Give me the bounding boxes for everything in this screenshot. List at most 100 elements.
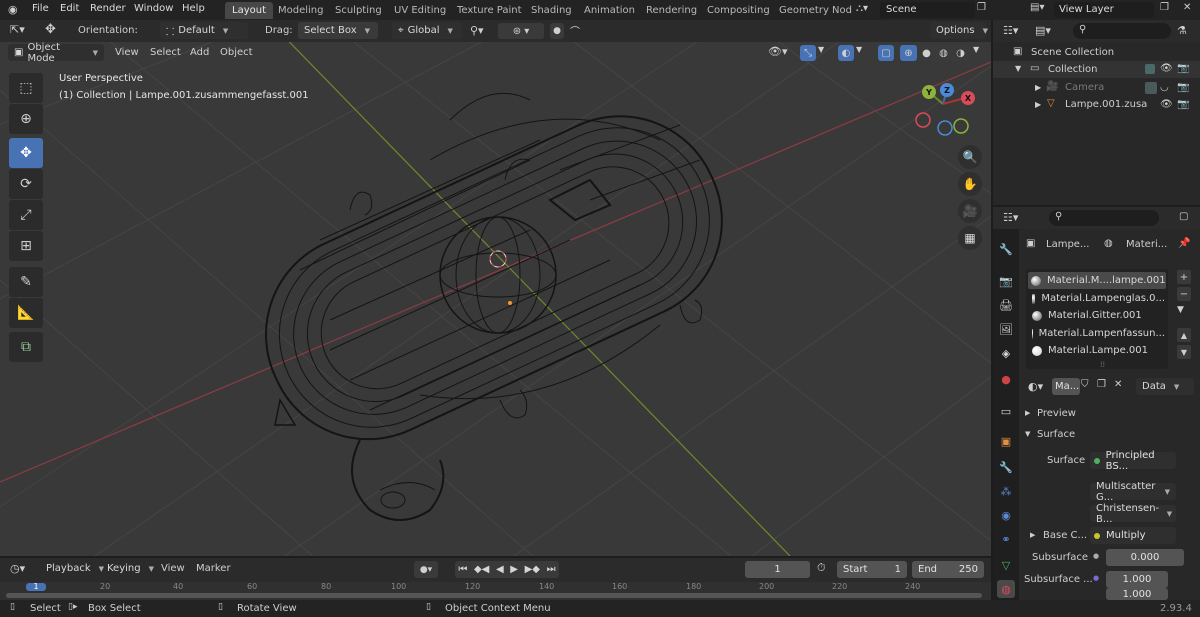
outliner-item-collection[interactable]: Collection [1048,64,1097,75]
material-slot-row[interactable]: Material.Gitter.001 [1029,307,1165,324]
timeline-scrollbar[interactable] [6,593,982,598]
expanded-arrow-icon[interactable]: ▼ [1025,430,1030,438]
menu-object[interactable]: Object [220,47,253,58]
measure-tool-button[interactable]: 📐 [9,298,43,328]
falloff-icon[interactable]: ⌒ [570,23,580,38]
view-layer-tab-icon[interactable]: 🖼 [997,320,1015,338]
expand-arrow-icon[interactable]: ▼ [1015,64,1021,73]
pan-view-button[interactable]: ✋ [958,172,982,196]
data-tab-icon[interactable]: ▽ [997,556,1015,574]
expand-arrow-icon[interactable]: ▶ [1035,100,1041,109]
start-frame-field[interactable]: Start 1 [837,561,907,578]
unlink-icon[interactable]: ✕ [1114,379,1122,390]
record-keyframe-icon[interactable]: ●▾ [414,561,438,578]
add-slot-icon[interactable]: + [1177,270,1191,284]
subsurface-radius-x[interactable]: 1.000 [1106,571,1168,588]
transform-orientation-icon[interactable]: ✥ [45,22,56,37]
menu-file[interactable]: File [32,3,49,14]
collapsed-arrow-icon[interactable]: ▶ [1025,409,1030,417]
expand-arrow-icon[interactable]: ▶ [1035,83,1041,92]
menu-edit[interactable]: Edit [60,3,79,14]
jump-end-icon[interactable]: ⏭ [547,564,556,575]
scale-tool-button[interactable]: ⤢ [9,200,43,230]
transform-orientation-dropdown[interactable]: ⌖ Global ▼ [392,22,462,39]
outliner-editor-icon[interactable]: ☷▾ [1003,24,1018,37]
preview-section[interactable]: Preview [1037,408,1076,419]
object-tab-icon[interactable]: ▣ [997,432,1015,450]
prev-keyframe-icon[interactable]: ◆◀ [474,564,489,575]
stopwatch-icon[interactable]: ⏱ [817,561,826,575]
tab-animation[interactable]: Animation [577,2,642,19]
navigation-gizmo[interactable]: Y Z X [905,80,980,140]
remove-slot-icon[interactable]: − [1177,287,1191,301]
multiscatter-dropdown[interactable]: Multiscatter G... ▼ [1090,481,1176,503]
end-frame-field[interactable]: End 250 [912,561,984,578]
display-mode-icon[interactable]: ▤▾ [1035,24,1051,37]
scene-new-icon[interactable]: ❐ [977,2,986,13]
tab-geometry-nodes[interactable]: Geometry Nod [772,2,859,19]
link-dropdown[interactable]: Data ▼ [1136,378,1194,395]
move-up-icon[interactable]: ▲ [1177,328,1191,342]
timeline-marker-menu[interactable]: Marker [196,563,231,574]
material-slot-row[interactable]: Material.M....lampe.001 [1028,272,1166,289]
menu-help[interactable]: Help [182,3,205,14]
tab-uv-editing[interactable]: UV Editing [387,2,453,19]
camera-restrict-icon[interactable]: 📷 [1177,99,1189,110]
material-browse-icon[interactable]: ◐▾ [1028,380,1043,393]
menu-add[interactable]: Add [190,47,209,58]
camera-view-button[interactable]: 🎥 [958,199,982,223]
wireframe-shading-icon[interactable]: ⊕ [900,45,917,61]
material-slot-row[interactable]: Material.Lampe.001 [1029,342,1165,359]
eye-icon[interactable]: 👁 [1160,99,1173,110]
material-shading-icon[interactable]: ◍ [935,45,952,61]
visibility-icon[interactable]: 👁▾ [768,45,788,58]
add-cube-tool-button[interactable]: ⧉ [9,332,43,362]
snap-icon[interactable]: ⊛ ▾ [498,23,544,39]
collection-tab-icon[interactable]: ▭ [997,402,1015,420]
output-tab-icon[interactable]: 🖨 [997,296,1015,314]
surface-section[interactable]: Surface [1037,429,1075,440]
scene-tab-icon[interactable]: ◈ [997,344,1015,362]
keying-menu[interactable]: Keying ▼ [101,560,154,577]
overlays-icon[interactable]: ◐ [838,45,854,61]
xray-icon[interactable]: ▢ [878,45,894,61]
menu-select[interactable]: Select [150,47,181,58]
menu-window[interactable]: Window [134,3,173,14]
material-tab-icon[interactable]: ◍ [997,580,1015,598]
solid-shading-icon[interactable]: ● [918,45,935,61]
tab-layout[interactable]: Layout [225,2,273,19]
filter-icon[interactable]: ⚗ [1177,24,1187,37]
render-tab-icon[interactable]: 📷 [997,272,1015,290]
pin-icon[interactable]: 📌 [1178,238,1190,249]
view-layer-new-icon[interactable]: ❐ [1160,2,1169,13]
proportional-edit-icon[interactable]: ● [550,23,564,39]
rendered-shading-icon[interactable]: ◑ [952,45,969,61]
options-dropdown[interactable]: Options ▼ [930,22,988,39]
camera-data-icon[interactable] [1145,82,1157,94]
drag-dropdown[interactable]: Select Box ▼ [298,22,378,39]
view-layer-field[interactable]: View Layer [1054,2,1154,18]
timeline-editor-icon[interactable]: ◷▾ [10,562,25,575]
world-tab-icon[interactable]: ● [997,370,1015,388]
scene-name-field[interactable]: Scene [880,2,975,18]
camera-restrict-icon[interactable]: 📷 [1177,63,1189,74]
tab-modeling[interactable]: Modeling [271,2,331,19]
constraints-tab-icon[interactable]: ⚭ [997,530,1015,548]
chevron-down-icon[interactable]: ▼ [856,45,862,54]
mode-dropdown[interactable]: ▣ Object Mode ▼ [8,42,104,64]
surface-shader-field[interactable]: Principled BS... [1090,450,1176,472]
vector-socket-icon[interactable]: ● [1093,574,1099,582]
tool-tab-icon[interactable]: 🔧 [997,240,1015,258]
perspective-toggle-button[interactable]: ▦ [958,226,982,250]
properties-search-input[interactable]: ⚲ [1049,210,1159,226]
gizmo-toggle-icon[interactable]: ⤡ [800,45,816,61]
outliner-search-input[interactable]: ⚲ [1073,23,1171,39]
base-color-field[interactable]: Multiply [1090,527,1176,544]
eye-closed-icon[interactable]: ◡ [1160,82,1169,93]
material-slot-row[interactable]: Material.Lampenfassun... [1029,325,1165,342]
play-icon[interactable]: ▶ [510,564,518,575]
duplicate-icon[interactable]: ❐ [1097,379,1106,390]
tab-sculpting[interactable]: Sculpting [328,2,389,19]
playhead[interactable]: 1 [26,583,46,591]
eye-icon[interactable]: 👁 [1160,63,1173,74]
